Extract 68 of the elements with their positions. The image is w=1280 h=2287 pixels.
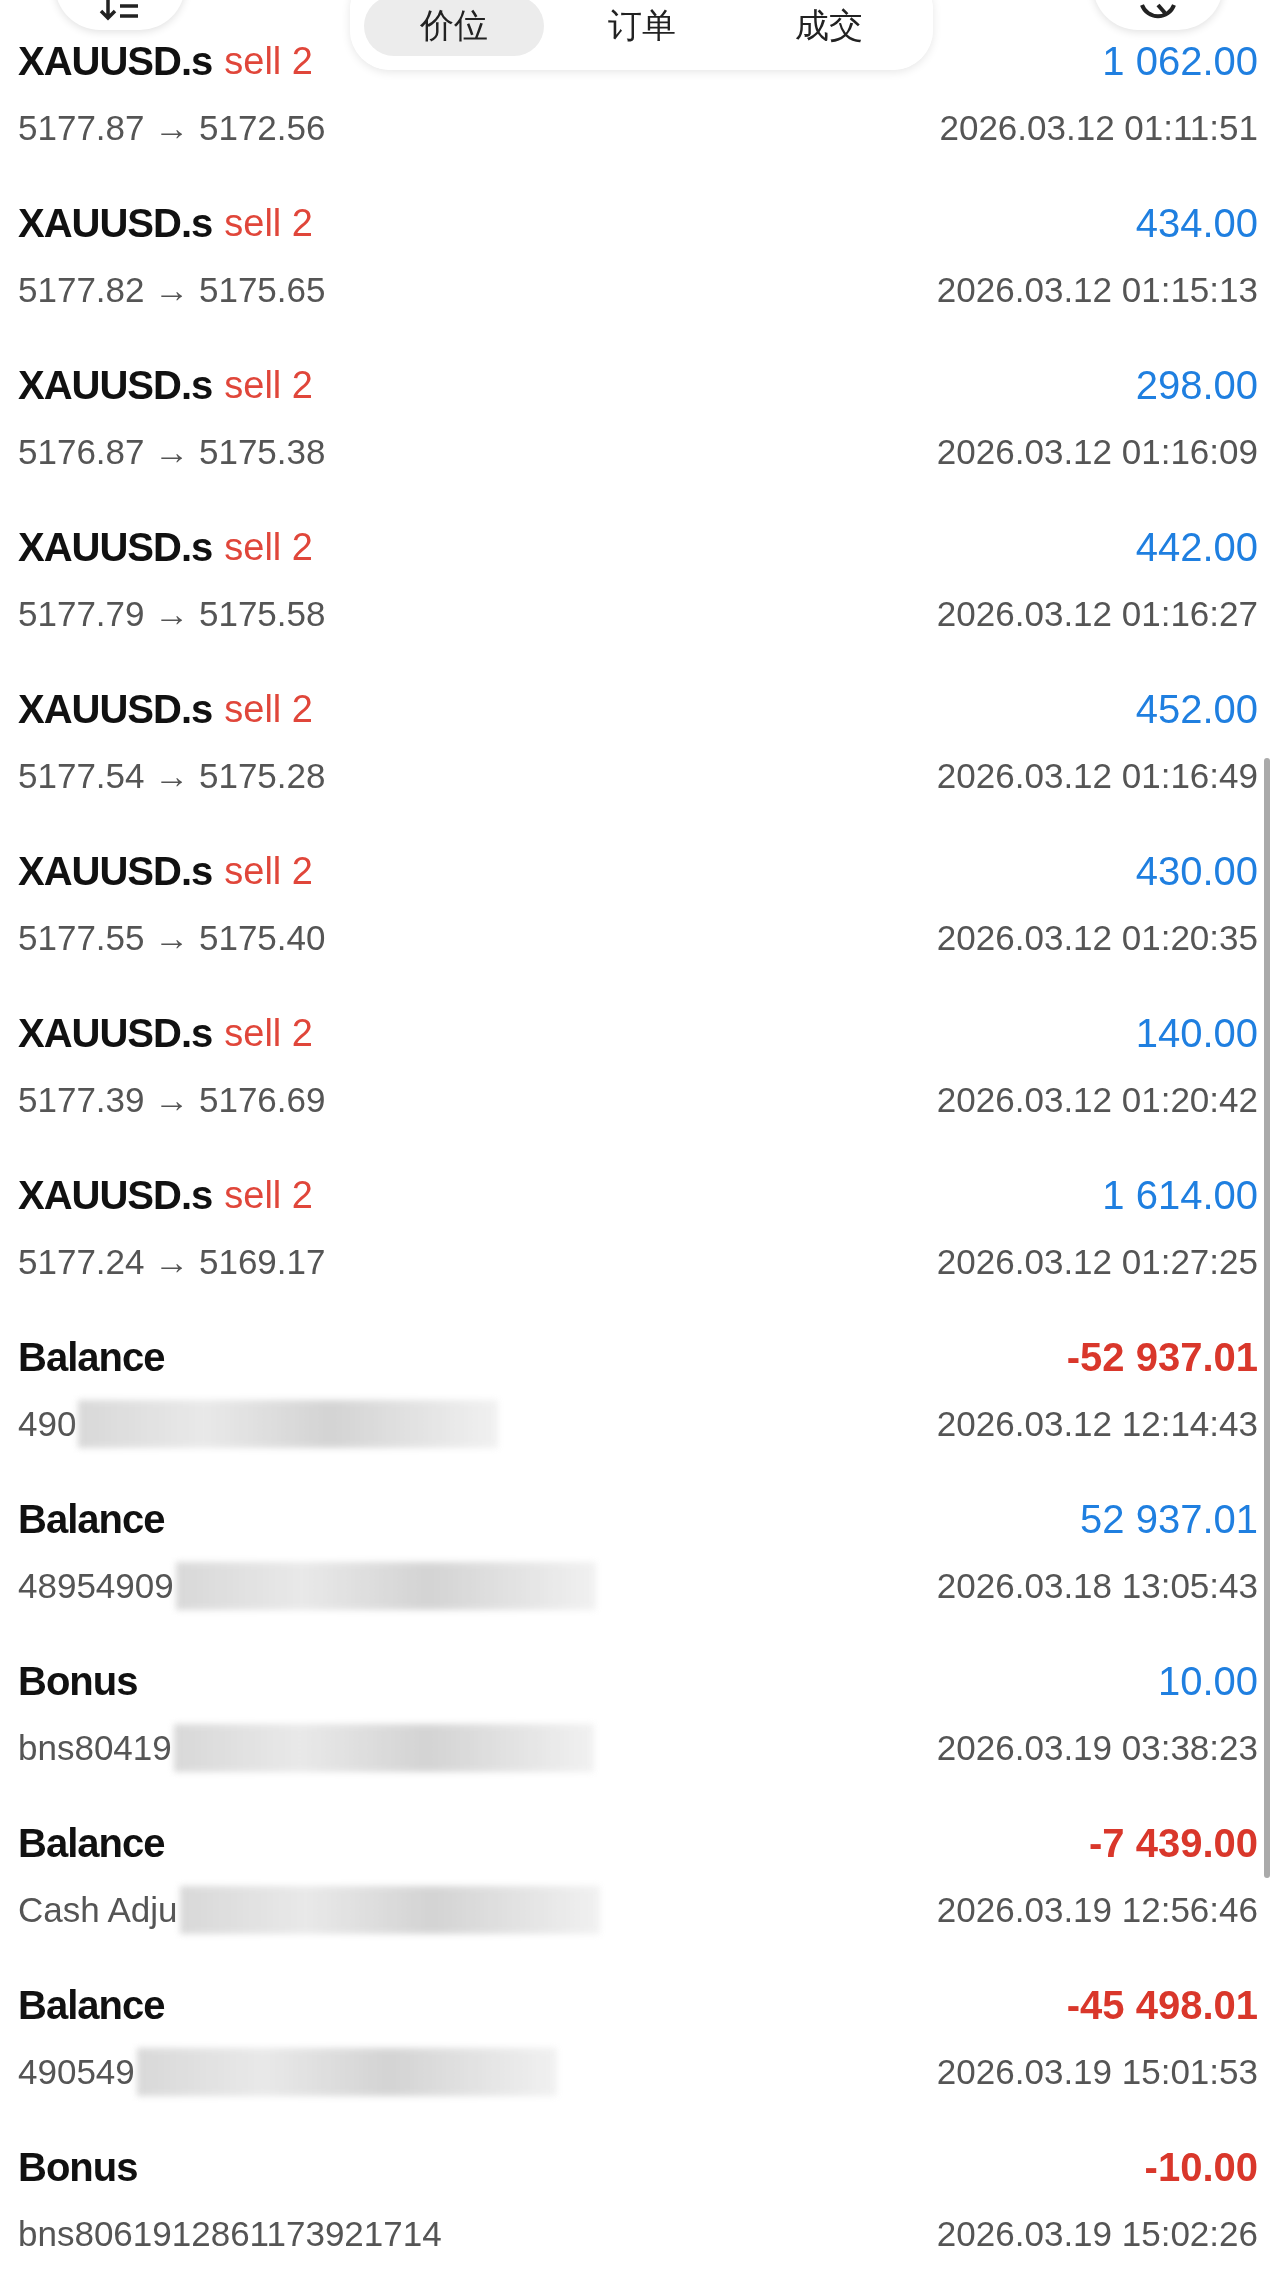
symbol-label: XAUUSD.s — [18, 1010, 213, 1056]
symbol-label: XAUUSD.s — [18, 524, 213, 570]
price-range: 5177.55 → 5175.40 — [18, 918, 326, 958]
symbol-label: XAUUSD.s — [18, 38, 213, 84]
deal-time: 2026.03.12 01:16:49 — [936, 756, 1258, 796]
profit-amount: -10.00 — [1144, 2144, 1258, 2190]
price-range: 5177.24 → 5169.17 — [18, 1242, 326, 1282]
comment-text: bns8061912861173921714 — [18, 2214, 442, 2254]
operation-label: Bonus — [18, 1658, 138, 1704]
comment-text: 490549 — [18, 2052, 135, 2092]
profit-amount: 1 062.00 — [1102, 38, 1258, 84]
order-side-label: sell 2 — [224, 525, 313, 569]
order-side-label: sell 2 — [224, 1173, 313, 1217]
tab[interactable]: 价位 — [364, 0, 544, 56]
operation-label: Balance — [18, 1982, 165, 2028]
operation-label: Balance — [18, 1820, 165, 1866]
profit-amount: 434.00 — [1135, 200, 1258, 246]
symbol-label: XAUUSD.s — [18, 848, 213, 894]
price-range: 5177.79 → 5175.58 — [18, 594, 326, 634]
profit-amount: 430.00 — [1135, 848, 1258, 894]
deal-time: 2026.03.19 15:01:53 — [936, 2052, 1258, 2092]
symbol-label: XAUUSD.s — [18, 200, 213, 246]
deal-time: 2026.03.12 01:15:13 — [936, 270, 1258, 310]
deal-time: 2026.03.12 01:16:27 — [936, 594, 1258, 634]
profit-amount: 1 614.00 — [1102, 1172, 1258, 1218]
deal-time: 2026.03.12 12:14:43 — [936, 1404, 1258, 1444]
scrollbar[interactable] — [1264, 758, 1270, 1878]
profit-amount: 442.00 — [1135, 524, 1258, 570]
deal-time: 2026.03.12 01:16:09 — [936, 432, 1258, 472]
symbol-label: XAUUSD.s — [18, 362, 213, 408]
tab[interactable]: 成交 — [739, 0, 919, 56]
deal-time: 2026.03.12 01:20:35 — [936, 918, 1258, 958]
symbol-label: XAUUSD.s — [18, 686, 213, 732]
price-range: 5177.87 → 5172.56 — [18, 108, 326, 148]
profit-amount: 52 937.01 — [1080, 1496, 1258, 1542]
deal-time: 2026.03.12 01:11:51 — [939, 108, 1258, 148]
operation-label: Bonus — [18, 2144, 138, 2190]
price-range: 5177.82 → 5175.65 — [18, 270, 326, 310]
deal-time: 2026.03.19 12:56:46 — [936, 1890, 1258, 1930]
deal-time: 2026.03.18 13:05:43 — [936, 1566, 1258, 1606]
deal-time: 2026.03.12 01:27:25 — [936, 1242, 1258, 1282]
order-side-label: sell 2 — [224, 363, 313, 407]
comment-text: 490 — [18, 1404, 77, 1444]
profit-amount: 452.00 — [1135, 686, 1258, 732]
profit-amount: 10.00 — [1157, 1658, 1258, 1704]
deal-time: 2026.03.12 01:20:42 — [936, 1080, 1258, 1120]
comment-text: bns80419 — [18, 1728, 172, 1768]
order-side-label: sell 2 — [224, 201, 313, 245]
profit-amount: -52 937.01 — [1066, 1334, 1258, 1380]
comment-text: 48954909 — [18, 1566, 174, 1606]
tab[interactable]: 订单 — [551, 0, 732, 56]
deal-time: 2026.03.19 03:38:23 — [936, 1728, 1258, 1768]
operation-label: Balance — [18, 1496, 165, 1542]
order-side-label: sell 2 — [224, 849, 313, 893]
price-range: 5176.87 → 5175.38 — [18, 432, 326, 472]
order-side-label: sell 2 — [224, 1011, 313, 1055]
comment-text: Cash Adju — [18, 1890, 178, 1930]
symbol-label: XAUUSD.s — [18, 1172, 213, 1218]
operation-label: Balance — [18, 1334, 165, 1380]
profit-amount: 298.00 — [1135, 362, 1258, 408]
price-range: 5177.54 → 5175.28 — [18, 756, 326, 796]
price-range: 5177.39 → 5176.69 — [18, 1080, 326, 1120]
profit-amount: 140.00 — [1135, 1010, 1258, 1056]
profit-amount: -45 498.01 — [1066, 1982, 1258, 2028]
deal-time: 2026.03.19 15:02:26 — [936, 2214, 1258, 2254]
profit-amount: -7 439.00 — [1088, 1820, 1258, 1866]
order-side-label: sell 2 — [224, 39, 313, 83]
order-side-label: sell 2 — [224, 687, 313, 731]
